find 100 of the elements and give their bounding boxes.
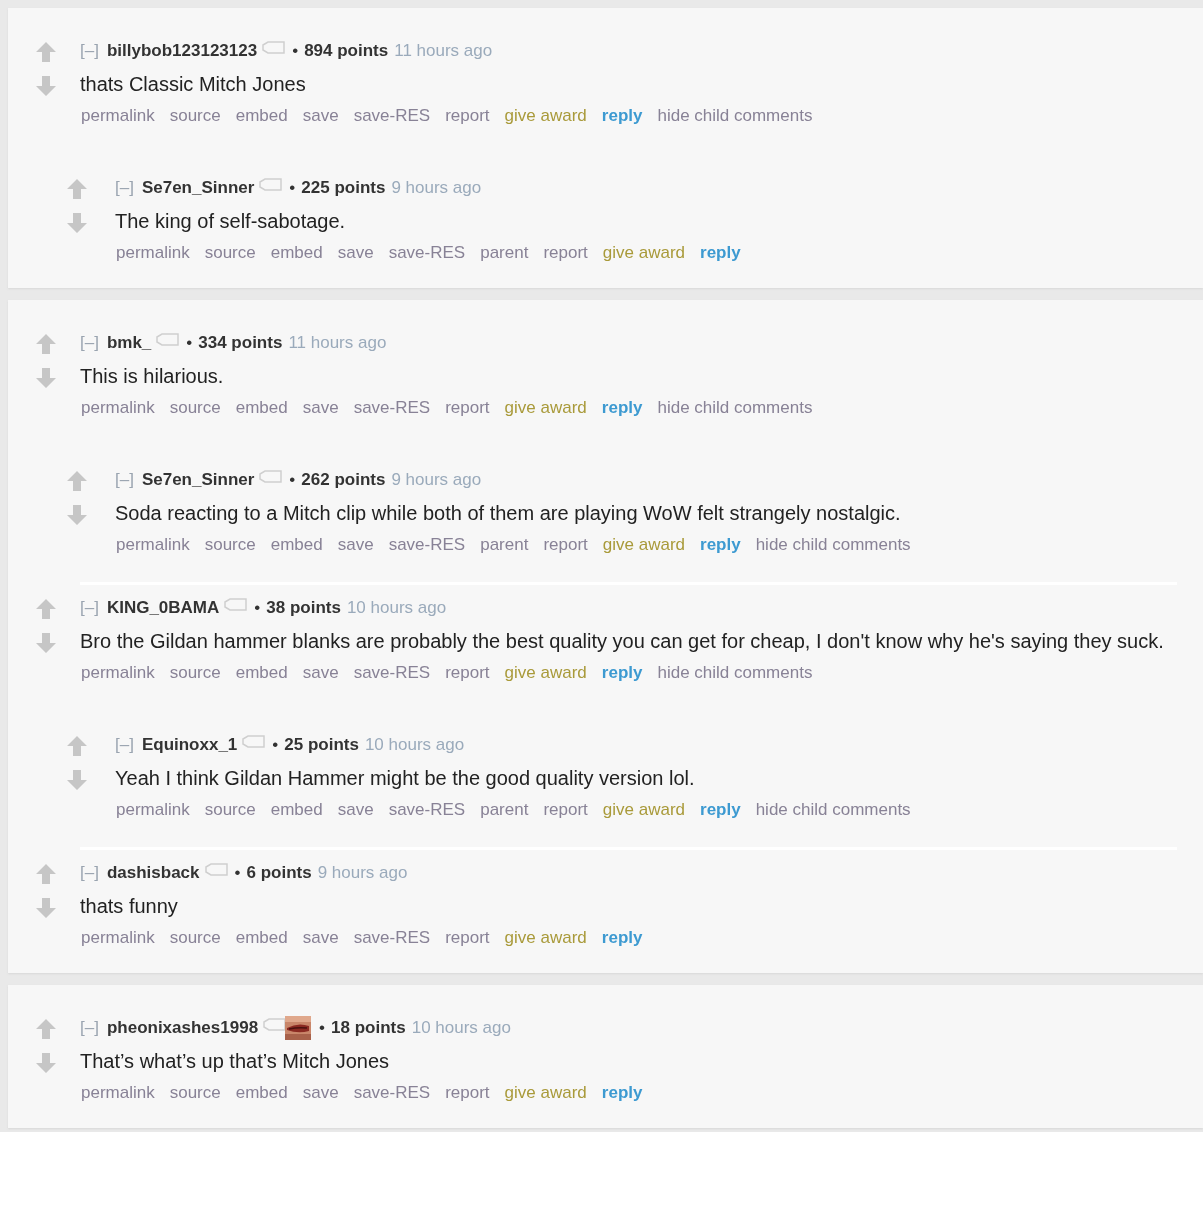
upvote-icon[interactable] bbox=[34, 40, 58, 64]
comment-action-link[interactable]: embed bbox=[235, 663, 288, 683]
collapse-toggle[interactable]: [–] bbox=[80, 333, 99, 353]
comment-action-link[interactable]: give award bbox=[602, 535, 685, 555]
comment-action-link[interactable]: give award bbox=[504, 928, 587, 948]
comment-action-link[interactable]: source bbox=[169, 928, 221, 948]
comment-action-link[interactable]: report bbox=[543, 243, 588, 263]
comment-action-link[interactable]: permalink bbox=[116, 535, 190, 555]
tag-icon[interactable] bbox=[156, 333, 181, 347]
upvote-icon[interactable] bbox=[65, 469, 89, 493]
tag-icon[interactable] bbox=[204, 863, 229, 877]
collapse-toggle[interactable]: [–] bbox=[80, 863, 99, 883]
comment-action-link[interactable]: report bbox=[543, 535, 588, 555]
collapse-toggle[interactable]: [–] bbox=[115, 735, 134, 755]
comment-action-link[interactable]: parent bbox=[480, 243, 529, 263]
downvote-icon[interactable] bbox=[65, 768, 89, 792]
comment-action-link[interactable]: hide child comments bbox=[657, 398, 813, 418]
comment-action-link[interactable]: save-RES bbox=[353, 928, 431, 948]
comment-action-link[interactable]: hide child comments bbox=[755, 800, 911, 820]
username[interactable]: billybob123123123 bbox=[106, 41, 258, 61]
collapse-toggle[interactable]: [–] bbox=[80, 1018, 99, 1038]
comment-action-link[interactable]: give award bbox=[504, 663, 587, 683]
collapse-toggle[interactable]: [–] bbox=[115, 470, 134, 490]
comment-action-link[interactable]: permalink bbox=[81, 106, 155, 126]
comment-action-link[interactable]: save bbox=[337, 800, 374, 820]
tag-icon[interactable] bbox=[259, 470, 284, 484]
comment-action-link[interactable]: embed bbox=[235, 1083, 288, 1103]
comment-action-link[interactable]: reply bbox=[601, 928, 643, 948]
comment-action-link[interactable]: permalink bbox=[116, 243, 190, 263]
upvote-icon[interactable] bbox=[34, 1017, 58, 1041]
upvote-icon[interactable] bbox=[34, 332, 58, 356]
comment-action-link[interactable]: report bbox=[445, 928, 490, 948]
tag-icon[interactable] bbox=[224, 598, 249, 612]
comment-action-link[interactable]: permalink bbox=[81, 1083, 155, 1103]
comment-action-link[interactable]: save-RES bbox=[388, 243, 466, 263]
comment-action-link[interactable]: report bbox=[445, 106, 490, 126]
comment-action-link[interactable]: give award bbox=[504, 398, 587, 418]
comment-action-link[interactable]: save-RES bbox=[353, 663, 431, 683]
comment-action-link[interactable]: source bbox=[204, 243, 256, 263]
upvote-icon[interactable] bbox=[65, 177, 89, 201]
comment-action-link[interactable]: save bbox=[302, 1083, 339, 1103]
username[interactable]: KING_0BAMA bbox=[106, 598, 220, 618]
comment-action-link[interactable]: save bbox=[302, 928, 339, 948]
downvote-icon[interactable] bbox=[34, 366, 58, 390]
comment-action-link[interactable]: embed bbox=[235, 106, 288, 126]
comment-action-link[interactable]: source bbox=[169, 663, 221, 683]
comment-action-link[interactable]: report bbox=[445, 1083, 490, 1103]
comment-action-link[interactable]: give award bbox=[504, 106, 587, 126]
upvote-icon[interactable] bbox=[65, 734, 89, 758]
comment-action-link[interactable]: reply bbox=[601, 663, 643, 683]
comment-action-link[interactable]: save-RES bbox=[353, 398, 431, 418]
downvote-icon[interactable] bbox=[65, 211, 89, 235]
comment-action-link[interactable]: save-RES bbox=[353, 106, 431, 126]
username[interactable]: Se7en_Sinner bbox=[141, 178, 255, 198]
comment-action-link[interactable]: report bbox=[445, 663, 490, 683]
comment-action-link[interactable]: save bbox=[337, 243, 374, 263]
downvote-icon[interactable] bbox=[34, 1051, 58, 1075]
comment-action-link[interactable]: save-RES bbox=[388, 800, 466, 820]
upvote-icon[interactable] bbox=[34, 862, 58, 886]
comment-action-link[interactable]: embed bbox=[270, 535, 323, 555]
comment-action-link[interactable]: source bbox=[169, 1083, 221, 1103]
comment-action-link[interactable]: reply bbox=[601, 1083, 643, 1103]
username[interactable]: Equinoxx_1 bbox=[141, 735, 238, 755]
downvote-icon[interactable] bbox=[65, 503, 89, 527]
comment-action-link[interactable]: source bbox=[169, 398, 221, 418]
comment-action-link[interactable]: reply bbox=[601, 106, 643, 126]
comment-action-link[interactable]: save-RES bbox=[388, 535, 466, 555]
comment-action-link[interactable]: embed bbox=[235, 398, 288, 418]
comment-action-link[interactable]: give award bbox=[504, 1083, 587, 1103]
downvote-icon[interactable] bbox=[34, 74, 58, 98]
collapse-toggle[interactable]: [–] bbox=[115, 178, 134, 198]
comment-action-link[interactable]: permalink bbox=[81, 928, 155, 948]
comment-action-link[interactable]: report bbox=[543, 800, 588, 820]
comment-action-link[interactable]: save bbox=[302, 398, 339, 418]
username[interactable]: dashisback bbox=[106, 863, 200, 883]
comment-action-link[interactable]: embed bbox=[235, 928, 288, 948]
comment-action-link[interactable]: hide child comments bbox=[657, 663, 813, 683]
comment-action-link[interactable]: parent bbox=[480, 800, 529, 820]
comment-action-link[interactable]: reply bbox=[700, 243, 741, 263]
collapse-toggle[interactable]: [–] bbox=[80, 41, 99, 61]
comment-action-link[interactable]: source bbox=[169, 106, 221, 126]
comment-action-link[interactable]: permalink bbox=[81, 398, 155, 418]
comment-action-link[interactable]: embed bbox=[270, 243, 323, 263]
upvote-icon[interactable] bbox=[34, 597, 58, 621]
comment-action-link[interactable]: report bbox=[445, 398, 490, 418]
comment-action-link[interactable]: save bbox=[337, 535, 374, 555]
comment-action-link[interactable]: source bbox=[204, 535, 256, 555]
username[interactable]: Se7en_Sinner bbox=[141, 470, 255, 490]
downvote-icon[interactable] bbox=[34, 896, 58, 920]
comment-action-link[interactable]: parent bbox=[480, 535, 529, 555]
comment-action-link[interactable]: reply bbox=[601, 398, 643, 418]
tag-icon[interactable] bbox=[262, 41, 287, 55]
comment-action-link[interactable]: give award bbox=[602, 800, 685, 820]
comment-action-link[interactable]: save-RES bbox=[353, 1083, 431, 1103]
comment-action-link[interactable]: reply bbox=[700, 800, 741, 820]
tag-icon[interactable] bbox=[259, 178, 284, 192]
tag-icon[interactable] bbox=[242, 735, 267, 749]
collapse-toggle[interactable]: [–] bbox=[80, 598, 99, 618]
comment-action-link[interactable]: hide child comments bbox=[657, 106, 813, 126]
comment-action-link[interactable]: save bbox=[302, 663, 339, 683]
